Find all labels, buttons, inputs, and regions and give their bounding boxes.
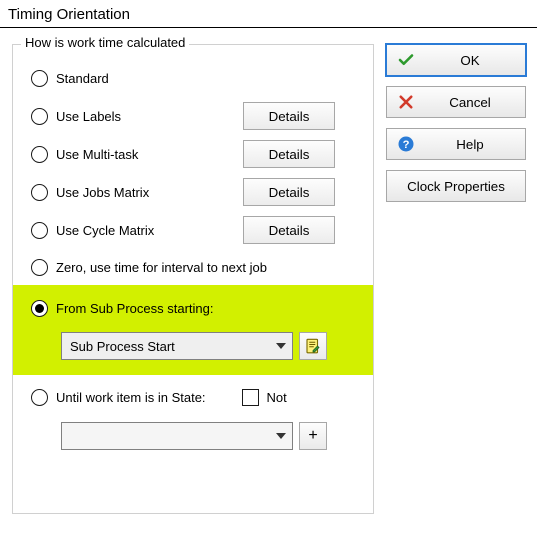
groupbox-legend: How is work time calculated bbox=[21, 35, 189, 50]
cancel-label: Cancel bbox=[425, 95, 515, 110]
radio-until-state-label: Until work item is in State: bbox=[56, 390, 206, 405]
radio-use-jobs-matrix[interactable] bbox=[31, 184, 48, 201]
clock-label: Clock Properties bbox=[397, 179, 515, 194]
option-until-state-row: Until work item is in State: Not bbox=[23, 377, 363, 417]
ok-button[interactable]: OK bbox=[386, 44, 526, 76]
dialog-body: How is work time calculated Standard Use… bbox=[0, 28, 537, 514]
radio-use-jobs-matrix-label: Use Jobs Matrix bbox=[56, 185, 149, 200]
state-dropdown[interactable] bbox=[61, 422, 293, 450]
clock-properties-button[interactable]: Clock Properties bbox=[386, 170, 526, 202]
option-cycle-matrix-row: Use Cycle Matrix Details bbox=[23, 211, 363, 249]
ok-label: OK bbox=[425, 53, 515, 68]
note-icon bbox=[304, 337, 322, 355]
checkbox-not-label: Not bbox=[267, 390, 287, 405]
groupbox-work-time: How is work time calculated Standard Use… bbox=[12, 44, 374, 514]
details-button-cycle[interactable]: Details bbox=[243, 216, 335, 244]
option-jobs-matrix-row: Use Jobs Matrix Details bbox=[23, 173, 363, 211]
radio-use-labels[interactable] bbox=[31, 108, 48, 125]
radio-use-cycle-matrix-label: Use Cycle Matrix bbox=[56, 223, 154, 238]
details-button-multitask[interactable]: Details bbox=[243, 140, 335, 168]
radio-zero[interactable] bbox=[31, 259, 48, 276]
check-icon bbox=[397, 51, 415, 69]
radio-standard[interactable] bbox=[31, 70, 48, 87]
radio-use-multitask[interactable] bbox=[31, 146, 48, 163]
radio-from-sub-process[interactable] bbox=[31, 300, 48, 317]
radio-standard-label: Standard bbox=[56, 71, 109, 86]
sub-process-combo-row: Sub Process Start bbox=[23, 327, 363, 365]
details-button-jobs[interactable]: Details bbox=[243, 178, 335, 206]
radio-use-multitask-label: Use Multi-task bbox=[56, 147, 138, 162]
sub-process-selected: Sub Process Start bbox=[70, 339, 175, 354]
cross-icon bbox=[397, 93, 415, 111]
add-state-button[interactable]: + bbox=[299, 422, 327, 450]
radio-until-state[interactable] bbox=[31, 389, 48, 406]
highlighted-selection: From Sub Process starting: Sub Process S… bbox=[13, 285, 373, 375]
state-combo-row: + bbox=[23, 417, 363, 455]
svg-text:?: ? bbox=[403, 139, 410, 151]
cancel-button[interactable]: Cancel bbox=[386, 86, 526, 118]
window-title: Timing Orientation bbox=[0, 0, 537, 27]
radio-from-sub-label: From Sub Process starting: bbox=[56, 301, 214, 316]
chevron-down-icon bbox=[276, 343, 286, 349]
option-from-sub-row: From Sub Process starting: bbox=[23, 289, 363, 327]
sub-process-dropdown[interactable]: Sub Process Start bbox=[61, 332, 293, 360]
details-button-labels[interactable]: Details bbox=[243, 102, 335, 130]
dialog-window: Timing Orientation How is work time calc… bbox=[0, 0, 537, 533]
help-label: Help bbox=[425, 137, 515, 152]
edit-sub-process-button[interactable] bbox=[299, 332, 327, 360]
right-column: OK Cancel ? Help Clock Properties bbox=[386, 38, 526, 514]
option-standard-row: Standard bbox=[23, 59, 363, 97]
question-icon: ? bbox=[397, 135, 415, 153]
radio-use-cycle-matrix[interactable] bbox=[31, 222, 48, 239]
option-multitask-row: Use Multi-task Details bbox=[23, 135, 363, 173]
radio-use-labels-label: Use Labels bbox=[56, 109, 121, 124]
radio-zero-label: Zero, use time for interval to next job bbox=[56, 260, 267, 275]
help-button[interactable]: ? Help bbox=[386, 128, 526, 160]
option-zero-row: Zero, use time for interval to next job bbox=[23, 249, 363, 285]
checkbox-not[interactable] bbox=[242, 389, 259, 406]
option-labels-row: Use Labels Details bbox=[23, 97, 363, 135]
chevron-down-icon bbox=[276, 433, 286, 439]
